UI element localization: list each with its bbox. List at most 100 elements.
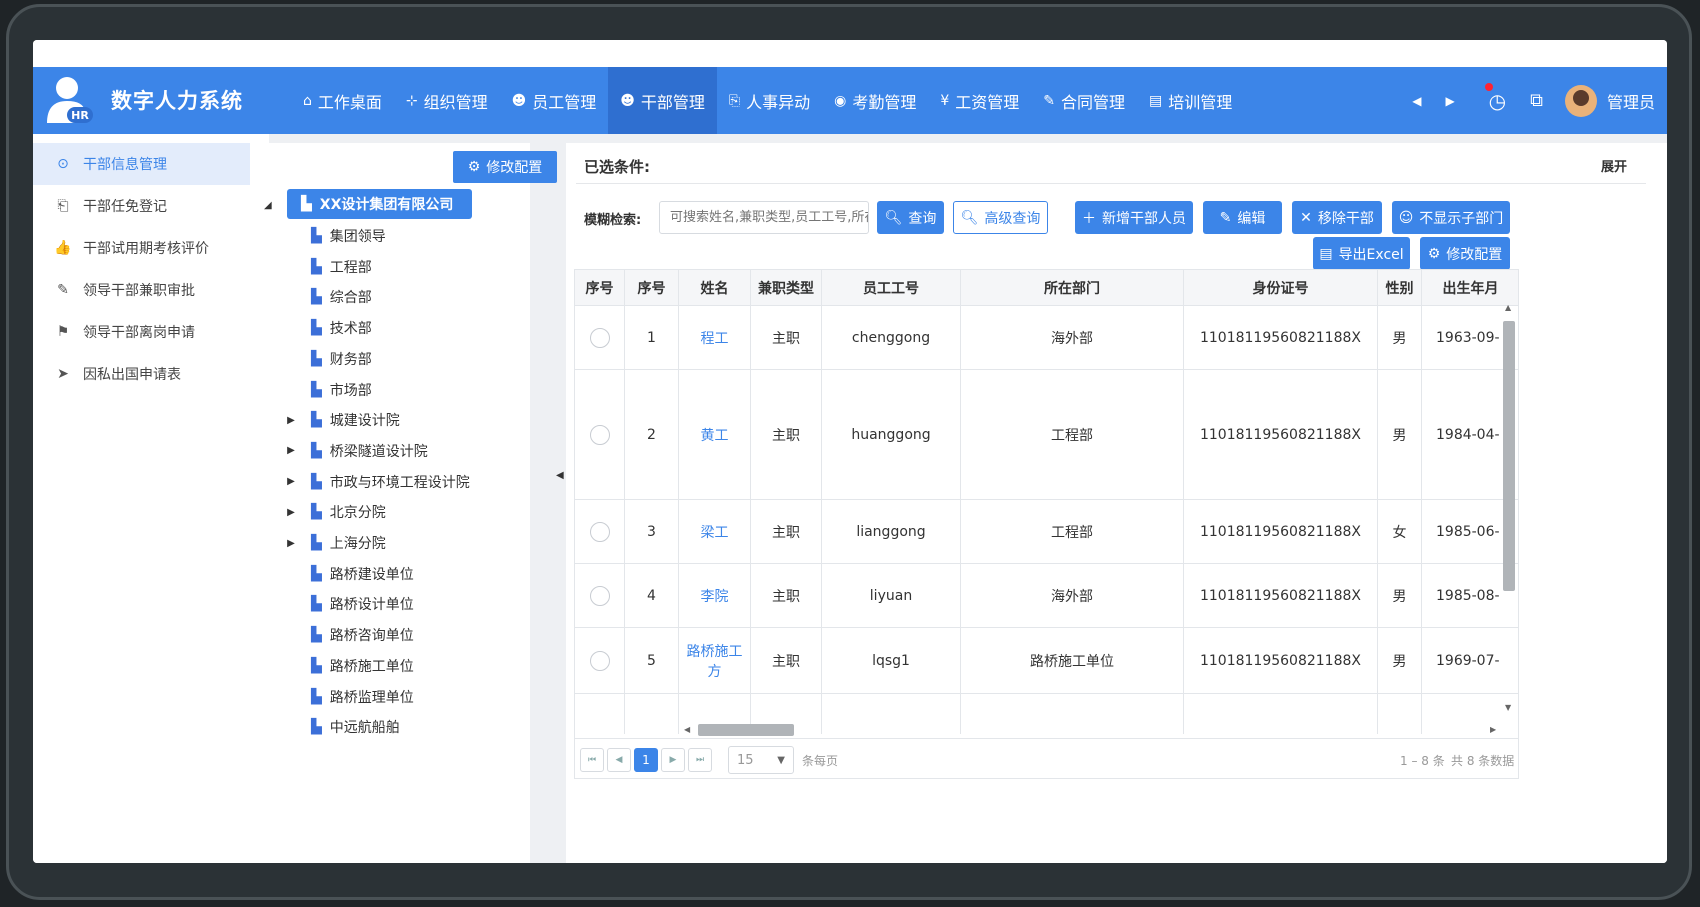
nav-item-4[interactable]: ⎘ 人事异动 bbox=[717, 67, 822, 134]
remove-cadre-button[interactable]: ✕ 移除干部 bbox=[1292, 201, 1382, 234]
tree-node[interactable]: ▙ 综合部 bbox=[285, 283, 372, 311]
expand-arrow-icon[interactable]: ▶ bbox=[285, 445, 297, 456]
scroll-left-icon[interactable]: ◀ bbox=[684, 725, 690, 734]
nav-prev-icon[interactable]: ◀ bbox=[1412, 94, 1421, 108]
scroll-down-icon[interactable]: ▼ bbox=[1505, 703, 1511, 712]
tree-config-button[interactable]: ⚙ 修改配置 bbox=[453, 151, 557, 183]
nav-item-7[interactable]: ✎ 合同管理 bbox=[1031, 67, 1137, 134]
column-header[interactable]: 身份证号 bbox=[1184, 270, 1378, 305]
expand-arrow-icon[interactable]: ▶ bbox=[285, 415, 297, 426]
expand-arrow-icon[interactable]: ▶ bbox=[285, 507, 297, 518]
tree-node[interactable]: ▙ 路桥建设单位 bbox=[285, 560, 414, 588]
table-config-button[interactable]: ⚙ 修改配置 bbox=[1420, 237, 1510, 270]
column-header[interactable]: 姓名 bbox=[679, 270, 751, 305]
tree-node[interactable]: ▙ 财务部 bbox=[285, 345, 372, 373]
nav-item-6[interactable]: ¥ 工资管理 bbox=[928, 67, 1031, 134]
window-icon[interactable]: ⧉ bbox=[1530, 90, 1543, 111]
name-link[interactable]: 程工 bbox=[701, 328, 729, 348]
column-header[interactable]: 性别 bbox=[1378, 270, 1422, 305]
name-link[interactable]: 梁工 bbox=[701, 522, 729, 542]
nav-item-0[interactable]: ⌂ 工作桌面 bbox=[291, 67, 394, 134]
current-page-button[interactable]: 1 bbox=[634, 748, 658, 772]
tree-node[interactable]: ▶ ▙ 桥梁隧道设计院 bbox=[285, 437, 428, 465]
clock-glyph: ◷ bbox=[1488, 88, 1507, 113]
edit-button[interactable]: ✎ 编辑 bbox=[1203, 201, 1282, 234]
sidebar-item-2[interactable]: 👍 干部试用期考核评价 bbox=[33, 227, 269, 269]
horizontal-scrollbar-thumb[interactable] bbox=[698, 724, 794, 736]
tree-root-collapse-icon[interactable]: ◢ bbox=[264, 200, 272, 211]
tree-node[interactable]: ▶ ▙ 城建设计院 bbox=[285, 406, 400, 434]
expand-arrow-icon[interactable]: ▶ bbox=[285, 538, 297, 549]
hide-subdept-button[interactable]: ☺ 不显示子部门 bbox=[1392, 201, 1510, 234]
tree-node[interactable]: ▙ 工程部 bbox=[285, 253, 372, 281]
table-row[interactable]: 3 梁工 主职 lianggong 工程部 11018119560821188X 女 1985… bbox=[575, 500, 1518, 564]
expand-link[interactable]: 展开 bbox=[1601, 156, 1627, 175]
table-row[interactable]: 2 黄工 主职 huanggong 工程部 11018119560821188X 男 1984… bbox=[575, 370, 1518, 500]
name-link[interactable]: 路桥施工方 bbox=[685, 641, 744, 681]
empty-cell bbox=[822, 694, 961, 734]
sidebar-item-4[interactable]: ⚑ 领导干部离岗申请 bbox=[33, 311, 269, 353]
advanced-query-button[interactable]: 🔍︎ 高级查询 bbox=[953, 201, 1048, 234]
sidebar-item-5[interactable]: ➤ 因私出国申请表 bbox=[33, 353, 269, 395]
column-header[interactable]: 出生年月 bbox=[1422, 270, 1518, 305]
column-header[interactable]: 序号 bbox=[625, 270, 679, 305]
cell-text: 男 bbox=[1392, 427, 1407, 444]
clock-icon[interactable]: ◷ bbox=[1484, 82, 1507, 113]
avatar[interactable] bbox=[1564, 84, 1597, 117]
sidebar-item-0[interactable]: ⊙ 干部信息管理 bbox=[33, 143, 269, 185]
nav-item-5[interactable]: ◉ 考勤管理 bbox=[822, 67, 928, 134]
table-row[interactable]: 1 程工 主职 chenggong 海外部 11018119560821188X 男 1963… bbox=[575, 306, 1518, 370]
column-header[interactable]: 兼职类型 bbox=[751, 270, 822, 305]
table-row[interactable]: 5 路桥施工方 主职 lqsg1 路桥施工单位 11018119560821188X 男 19… bbox=[575, 628, 1518, 694]
panel-collapse-icon[interactable]: ◀ bbox=[556, 470, 564, 481]
nav-item-2[interactable]: ☻ 员工管理 bbox=[500, 67, 609, 134]
tree-node[interactable]: ▙ 路桥咨询单位 bbox=[285, 621, 414, 649]
vertical-scrollbar-thumb[interactable] bbox=[1503, 321, 1515, 591]
row-radio[interactable] bbox=[589, 650, 610, 671]
column-header[interactable]: 序号 bbox=[575, 270, 625, 305]
export-excel-button[interactable]: ▤ 导出Excel bbox=[1313, 237, 1410, 270]
tree-node[interactable]: ▶ ▙ 市政与环境工程设计院 bbox=[285, 468, 470, 496]
tree-node[interactable]: ▶ ▙ 上海分院 bbox=[285, 529, 386, 557]
prev-page-button[interactable]: ◀ bbox=[607, 748, 631, 772]
add-cadre-button[interactable]: ＋ 新增干部人员 bbox=[1075, 201, 1193, 234]
scroll-right-icon[interactable]: ▶ bbox=[1490, 725, 1496, 734]
admin-name[interactable]: 管理员 bbox=[1607, 89, 1655, 113]
tree-node[interactable]: ▙ 市场部 bbox=[285, 376, 372, 404]
table-row[interactable]: 4 李院 主职 liyuan 海外部 11018119560821188X 男 1985-08… bbox=[575, 564, 1518, 628]
name-link[interactable]: 黄工 bbox=[701, 425, 729, 445]
tree-node[interactable]: ▙ 路桥设计单位 bbox=[285, 590, 414, 618]
row-radio[interactable] bbox=[589, 585, 610, 606]
scroll-up-icon[interactable]: ▲ bbox=[1505, 303, 1511, 312]
tree-node[interactable]: ▙ 路桥施工单位 bbox=[285, 652, 414, 680]
per-page-label: 条每页 bbox=[802, 754, 839, 768]
sidebar-item-3[interactable]: ✎ 领导干部兼职审批 bbox=[33, 269, 269, 311]
name-link[interactable]: 李院 bbox=[701, 586, 729, 606]
nav-label: 干部管理 bbox=[640, 92, 705, 112]
cell-text: 路桥施工单位 bbox=[1030, 653, 1114, 670]
last-page-button[interactable]: ⏭ bbox=[688, 748, 712, 772]
expand-arrow-icon[interactable]: ▶ bbox=[285, 476, 297, 487]
row-radio[interactable] bbox=[589, 327, 610, 348]
nav-item-8[interactable]: ▤ 培训管理 bbox=[1137, 67, 1244, 134]
next-page-button[interactable]: ▶ bbox=[661, 748, 685, 772]
tree-node[interactable]: ▶ ▙ 北京分院 bbox=[285, 498, 386, 526]
row-radio[interactable] bbox=[589, 424, 610, 445]
tree-root-node[interactable]: ▙ XX设计集团有限公司 bbox=[287, 189, 472, 219]
page-size-select[interactable]: 15 ▼ bbox=[728, 746, 794, 774]
tree-node[interactable]: ▙ 技术部 bbox=[285, 314, 372, 342]
column-header[interactable]: 员工工号 bbox=[822, 270, 961, 305]
nav-item-1[interactable]: ⊹ 组织管理 bbox=[394, 67, 500, 134]
tree-node[interactable]: ▙ 中远航船舶 bbox=[285, 713, 400, 741]
column-header[interactable]: 所在部门 bbox=[961, 270, 1184, 305]
row-radio[interactable] bbox=[589, 521, 610, 542]
nav-item-3[interactable]: ☻ 干部管理 bbox=[608, 67, 717, 134]
query-button[interactable]: 🔍︎ 查询 bbox=[877, 201, 944, 234]
search-input[interactable] bbox=[659, 201, 869, 234]
cell-text: lqsg1 bbox=[872, 652, 910, 669]
first-page-button[interactable]: ⏮ bbox=[580, 748, 604, 772]
tree-node[interactable]: ▙ 集团领导 bbox=[285, 222, 386, 250]
sidebar-item-1[interactable]: ⎗ 干部任免登记 bbox=[33, 185, 269, 227]
nav-next-icon[interactable]: ▶ bbox=[1445, 94, 1454, 108]
tree-node[interactable]: ▙ 路桥监理单位 bbox=[285, 683, 414, 711]
